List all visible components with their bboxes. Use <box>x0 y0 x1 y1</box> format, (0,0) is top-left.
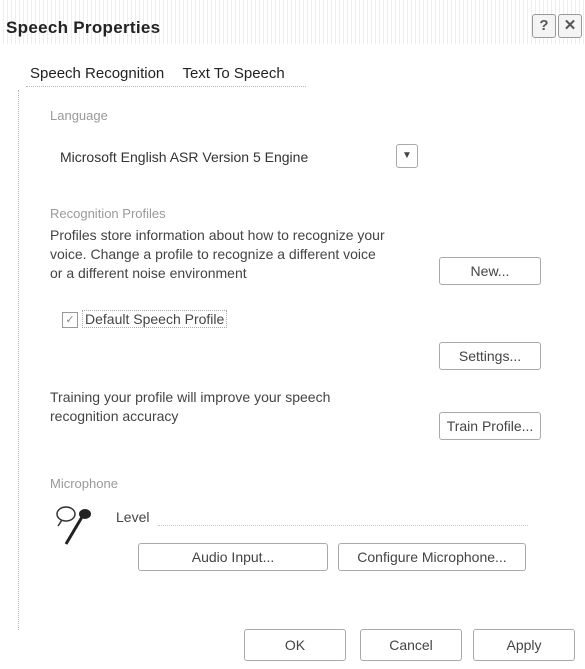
tab-underline <box>26 86 306 87</box>
tab-text-to-speech[interactable]: Text To Speech <box>182 65 284 82</box>
language-selected: Microsoft English ASR Version 5 Engine <box>60 149 309 165</box>
help-button[interactable]: ? <box>532 14 556 38</box>
microphone-icon <box>56 506 91 545</box>
ok-button[interactable]: OK <box>244 629 346 661</box>
train-profile-button[interactable]: Train Profile... <box>439 412 541 440</box>
profiles-description-3: or a different noise environment <box>50 265 247 281</box>
title-bar[interactable]: Speech Properties ? ✕ <box>0 0 585 44</box>
level-label: Level <box>116 509 150 525</box>
audio-input-button[interactable]: Audio Input... <box>138 543 328 571</box>
default-profile-label[interactable]: Default Speech Profile <box>82 310 228 328</box>
new-profile-button[interactable]: New... <box>439 257 541 285</box>
training-text-1: Training your profile will improve your … <box>50 389 331 405</box>
window-title: Speech Properties <box>6 18 161 37</box>
apply-button[interactable]: Apply <box>473 629 575 661</box>
tab-strip: Speech Recognition Text To Speech <box>30 65 299 82</box>
close-button[interactable]: ✕ <box>558 14 582 38</box>
profiles-section-label: Recognition Profiles <box>50 206 166 221</box>
training-text-2: recognition accuracy <box>50 408 179 424</box>
cancel-button[interactable]: Cancel <box>360 629 462 661</box>
speech-properties-window: Speech Properties ? ✕ Speech Recognition… <box>0 0 585 669</box>
tab-speech-recognition[interactable]: Speech Recognition <box>30 65 164 82</box>
configure-microphone-button[interactable]: Configure Microphone... <box>338 543 526 571</box>
profiles-description-2: voice. Change a profile to recognize a d… <box>50 246 376 262</box>
settings-button[interactable]: Settings... <box>439 342 541 370</box>
microphone-section-label: Microphone <box>50 476 118 491</box>
language-section-label: Language <box>50 108 108 123</box>
language-dropdown[interactable]: Microsoft English ASR Version 5 Engine ▼ <box>50 141 422 171</box>
profiles-description-1: Profiles store information about how to … <box>50 227 385 243</box>
default-profile-checkbox[interactable]: ✓ <box>62 312 78 328</box>
chevron-down-icon[interactable]: ▼ <box>396 144 418 168</box>
mic-level-meter <box>158 505 528 526</box>
